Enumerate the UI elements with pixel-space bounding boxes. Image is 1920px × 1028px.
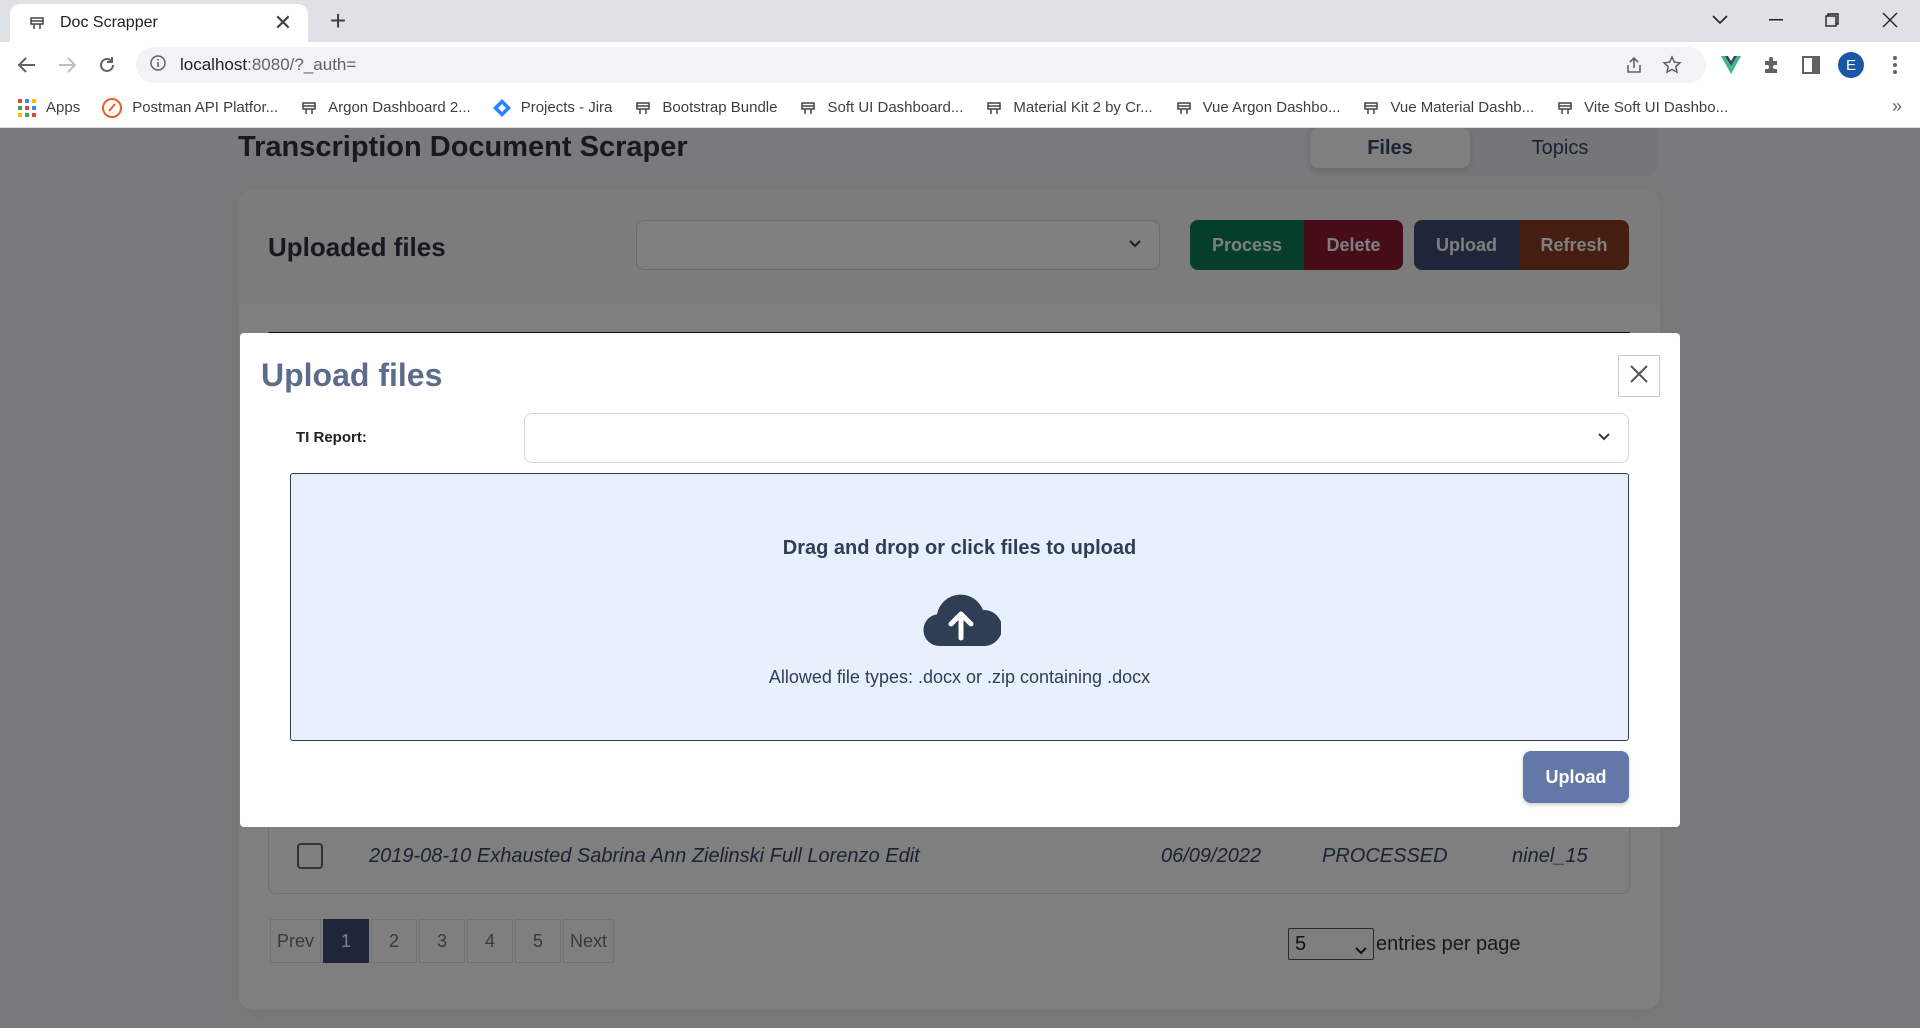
browser-menu-icon[interactable] (1880, 50, 1910, 80)
minimize-icon[interactable] (1748, 0, 1804, 40)
upload-files-modal: Upload files TI Report: Drag and drop or… (240, 333, 1680, 827)
close-icon (1629, 364, 1649, 389)
profile-avatar[interactable]: E (1838, 52, 1864, 78)
bookmark-postman[interactable]: Postman API Platfor... (102, 97, 278, 118)
tab-close-icon[interactable]: ✕ (272, 10, 294, 36)
bookmark-vite-soft-ui[interactable]: Vite Soft UI Dashbo... (1556, 99, 1728, 117)
site-info-icon[interactable] (150, 54, 166, 76)
dropzone-title: Drag and drop or click files to upload (782, 537, 1137, 559)
bookmark-vue-argon[interactable]: Vue Argon Dashbo... (1175, 99, 1340, 117)
creative-tim-icon (1175, 99, 1193, 117)
apps-grid-icon (18, 98, 36, 117)
creative-tim-icon (985, 99, 1003, 117)
creative-tim-icon (1362, 99, 1380, 117)
creative-tim-icon (634, 99, 652, 117)
close-window-icon[interactable] (1862, 0, 1918, 40)
bookmarks-overflow-icon[interactable]: » (1892, 96, 1902, 117)
bookmark-jira[interactable]: Projects - Jira (492, 98, 612, 117)
creative-tim-icon (1556, 99, 1574, 117)
file-dropzone[interactable]: Drag and drop or click files to upload A… (290, 473, 1629, 741)
allowed-file-types: Allowed file types: .docx or .zip contai… (768, 667, 1151, 687)
url-text: localhost:8080/?_auth= (180, 55, 357, 74)
side-panel-icon[interactable] (1796, 50, 1826, 80)
bookmark-bootstrap-bundle[interactable]: Bootstrap Bundle (634, 99, 777, 117)
bookmark-vue-material[interactable]: Vue Material Dashb... (1362, 99, 1534, 117)
bookmark-soft-ui-dashboard[interactable]: Soft UI Dashboard... (799, 99, 963, 117)
browser-tabstrip: Doc Scrapper ✕ + (0, 0, 1920, 42)
browser-toolbar: localhost:8080/?_auth= E (0, 42, 1920, 88)
back-icon[interactable] (12, 50, 42, 80)
modal-upload-button[interactable]: Upload (1523, 751, 1629, 803)
bookmark-apps[interactable]: Apps (18, 98, 80, 117)
modal-title: Upload files (261, 357, 443, 393)
tab-title: Doc Scrapper (60, 14, 158, 31)
modal-close-button[interactable] (1618, 355, 1660, 397)
chevron-down-icon (1596, 428, 1612, 449)
forward-icon[interactable] (52, 50, 82, 80)
creative-tim-icon (26, 12, 48, 34)
bookmark-argon-dashboard[interactable]: Argon Dashboard 2... (300, 99, 471, 117)
cloud-upload-icon (921, 592, 1003, 648)
restore-icon[interactable] (1804, 0, 1860, 40)
new-tab-icon[interactable]: + (322, 6, 354, 38)
address-bar[interactable]: localhost:8080/?_auth= (136, 47, 1706, 83)
vue-devtools-icon[interactable] (1716, 50, 1746, 80)
creative-tim-icon (300, 99, 318, 117)
extensions-icon[interactable] (1756, 50, 1786, 80)
bookmarks-bar: Apps Postman API Platfor... Argon Dashbo… (0, 88, 1920, 128)
ti-report-label: TI Report: (296, 429, 367, 446)
ti-report-select[interactable] (524, 413, 1629, 463)
jira-icon (492, 98, 511, 117)
browser-tab[interactable]: Doc Scrapper ✕ (10, 4, 308, 42)
bookmark-star-icon[interactable] (1656, 47, 1688, 83)
tab-search-icon[interactable] (1692, 0, 1748, 40)
bookmark-material-kit[interactable]: Material Kit 2 by Cr... (985, 99, 1153, 117)
creative-tim-icon (799, 99, 817, 117)
reload-icon[interactable] (92, 50, 122, 80)
postman-icon (102, 97, 123, 118)
share-icon[interactable] (1618, 47, 1650, 83)
